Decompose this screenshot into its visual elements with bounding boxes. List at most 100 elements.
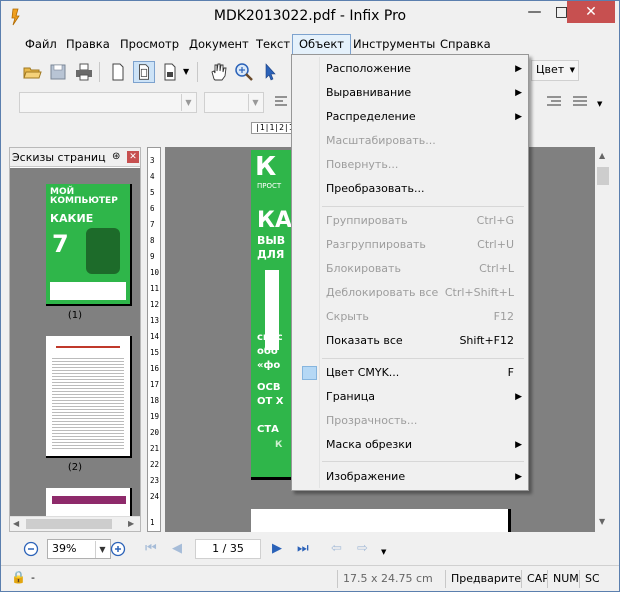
thumbnail-page-1[interactable]: МОЙ КОМПЬЮТЕР КАКИЕ 7 xyxy=(46,184,132,306)
menu-item-clipping-mask[interactable]: Маска обрезки ▶ xyxy=(294,434,526,456)
thumbnail-page-2[interactable] xyxy=(46,336,132,458)
menu-object[interactable]: Объект xyxy=(292,34,351,55)
menu-item-label: Граница xyxy=(326,390,376,403)
menu-item-distribute[interactable]: Распределение ▶ xyxy=(294,106,526,128)
ruler-number: 6 xyxy=(150,204,155,213)
thumbnail-cover-number: 7 xyxy=(52,230,69,258)
menu-item-ungroup[interactable]: Разгруппировать Ctrl+U xyxy=(294,234,526,256)
scrollbar-thumb[interactable] xyxy=(597,167,609,185)
thumbnails-horizontal-scrollbar[interactable]: ◀ ▶ xyxy=(10,516,140,531)
align-right-icon[interactable] xyxy=(543,91,565,113)
zoom-in-icon[interactable] xyxy=(110,541,126,557)
thumbnail-page-3[interactable] xyxy=(46,488,132,516)
toolbar-overflow-icon[interactable]: ▼ xyxy=(597,100,602,108)
menu-item-cmyk-color[interactable]: Цвет CMYK... F xyxy=(294,362,526,384)
thumbnail-label: (2) xyxy=(67,462,83,473)
menu-document[interactable]: Документ xyxy=(183,34,255,55)
fit-page-icon[interactable] xyxy=(133,61,155,83)
thumbnails-list: МОЙ КОМПЬЮТЕР КАКИЕ 7 (1) (2) xyxy=(10,168,140,516)
menu-item-image[interactable]: Изображение ▶ xyxy=(294,466,526,488)
zoom-value: 39% xyxy=(52,542,77,555)
menu-item-rotate[interactable]: Повернуть... xyxy=(294,154,526,176)
open-folder-icon[interactable] xyxy=(21,61,43,83)
scroll-down-icon[interactable]: ▼ xyxy=(599,517,605,526)
view-dropdown-icon[interactable]: ▼ xyxy=(183,67,189,76)
nav-overflow-icon[interactable]: ▼ xyxy=(381,548,386,556)
last-page-icon[interactable]: ⏭ xyxy=(297,541,309,556)
thumbnail-heading-line xyxy=(56,346,120,348)
document-page[interactable] xyxy=(251,509,511,532)
menu-item-hide[interactable]: Скрыть F12 xyxy=(294,306,526,328)
menu-item-unlock-all[interactable]: Деблокировать все Ctrl+Shift+L xyxy=(294,282,526,304)
hand-tool-icon[interactable] xyxy=(207,61,229,83)
print-icon[interactable] xyxy=(73,61,95,83)
status-text: - xyxy=(31,571,35,584)
menu-item-group[interactable]: Группировать Ctrl+G xyxy=(294,210,526,232)
menu-item-label: Расположение xyxy=(326,62,411,75)
thumbnail-label: (1) xyxy=(67,310,83,321)
ruler-number: 5 xyxy=(150,188,155,197)
menu-item-label: Скрыть xyxy=(326,310,369,323)
ruler-number: 18 xyxy=(150,396,160,405)
color-selector[interactable]: Цвет ▼ xyxy=(531,60,579,81)
submenu-arrow-icon: ▶ xyxy=(515,440,522,450)
menu-view[interactable]: Просмотр xyxy=(114,34,185,55)
menu-item-label: Разгруппировать xyxy=(326,238,426,251)
next-page-icon[interactable]: ▶ xyxy=(272,541,282,556)
mode-indicator: Предварител xyxy=(445,570,521,588)
color-label: Цвет xyxy=(536,63,565,76)
scroll-indicator: SC xyxy=(579,570,599,588)
font-combo[interactable]: ▼ xyxy=(19,92,197,113)
close-button[interactable]: ✕ xyxy=(567,1,615,23)
select-arrow-icon[interactable] xyxy=(259,61,281,83)
scroll-left-icon[interactable]: ◀ xyxy=(13,519,19,528)
menu-item-scale[interactable]: Масштабировать... xyxy=(294,130,526,152)
menu-file[interactable]: Файл xyxy=(19,34,63,55)
pin-icon[interactable]: ⊛ xyxy=(112,151,120,162)
menu-item-label: Распределение xyxy=(326,110,416,123)
scrollbar-thumb[interactable] xyxy=(26,519,112,529)
page-text: ДЛЯ xyxy=(257,248,285,261)
ruler-number: 8 xyxy=(150,236,155,245)
ruler-number: 10 xyxy=(150,268,160,277)
forward-icon[interactable]: ⇨ xyxy=(357,541,368,556)
scroll-right-icon[interactable]: ▶ xyxy=(128,519,134,528)
menu-item-border[interactable]: Граница ▶ xyxy=(294,386,526,408)
back-icon[interactable]: ⇦ xyxy=(331,541,342,556)
menu-item-transform[interactable]: Преобразовать... xyxy=(294,178,526,200)
menu-item-show-all[interactable]: Показать все Shift+F12 xyxy=(294,330,526,352)
save-icon[interactable] xyxy=(47,61,69,83)
page-view-icon[interactable] xyxy=(159,61,181,83)
menu-item-arrange[interactable]: Расположение ▶ xyxy=(294,58,526,80)
thumbnail-text-lines xyxy=(52,356,124,450)
title-bar: MDK2013022.pdf - Infix Pro — □ ✕ xyxy=(1,1,619,32)
justify-icon[interactable] xyxy=(569,91,591,113)
menu-item-lock[interactable]: Блокировать Ctrl+L xyxy=(294,258,526,280)
align-left-icon[interactable] xyxy=(271,91,293,113)
zoom-combo[interactable]: 39% ▼ xyxy=(47,539,111,559)
page-number-input[interactable]: 1 / 35 xyxy=(195,539,261,559)
vertical-scrollbar[interactable]: ▲ ▼ xyxy=(595,147,611,532)
menu-item-shortcut: F xyxy=(507,366,514,379)
thumbnails-title: Эскизы страниц xyxy=(12,151,106,164)
ruler-number: 12 xyxy=(150,300,160,309)
zoom-out-icon[interactable] xyxy=(23,541,39,557)
ruler-number: 19 xyxy=(150,412,160,421)
submenu-arrow-icon: ▶ xyxy=(515,392,522,402)
toolbar-separator xyxy=(99,62,100,82)
menu-item-transparency[interactable]: Прозрачность... xyxy=(294,410,526,432)
font-size-combo[interactable]: ▼ xyxy=(204,92,264,113)
menu-edit[interactable]: Правка xyxy=(60,34,116,55)
menu-text[interactable]: Текст xyxy=(250,34,296,55)
previous-page-icon[interactable]: ◀ xyxy=(172,541,182,556)
first-page-icon[interactable]: ⏮ xyxy=(145,541,157,556)
menu-help[interactable]: Справка xyxy=(434,34,497,55)
menu-tools[interactable]: Инструменты xyxy=(347,34,441,55)
scroll-up-icon[interactable]: ▲ xyxy=(599,151,605,160)
single-page-icon[interactable] xyxy=(107,61,129,83)
zoom-tool-icon[interactable] xyxy=(233,61,255,83)
submenu-arrow-icon: ▶ xyxy=(515,472,522,482)
menu-item-align[interactable]: Выравнивание ▶ xyxy=(294,82,526,104)
minimize-button[interactable]: — xyxy=(521,1,548,23)
close-icon[interactable]: ✕ xyxy=(127,151,139,163)
